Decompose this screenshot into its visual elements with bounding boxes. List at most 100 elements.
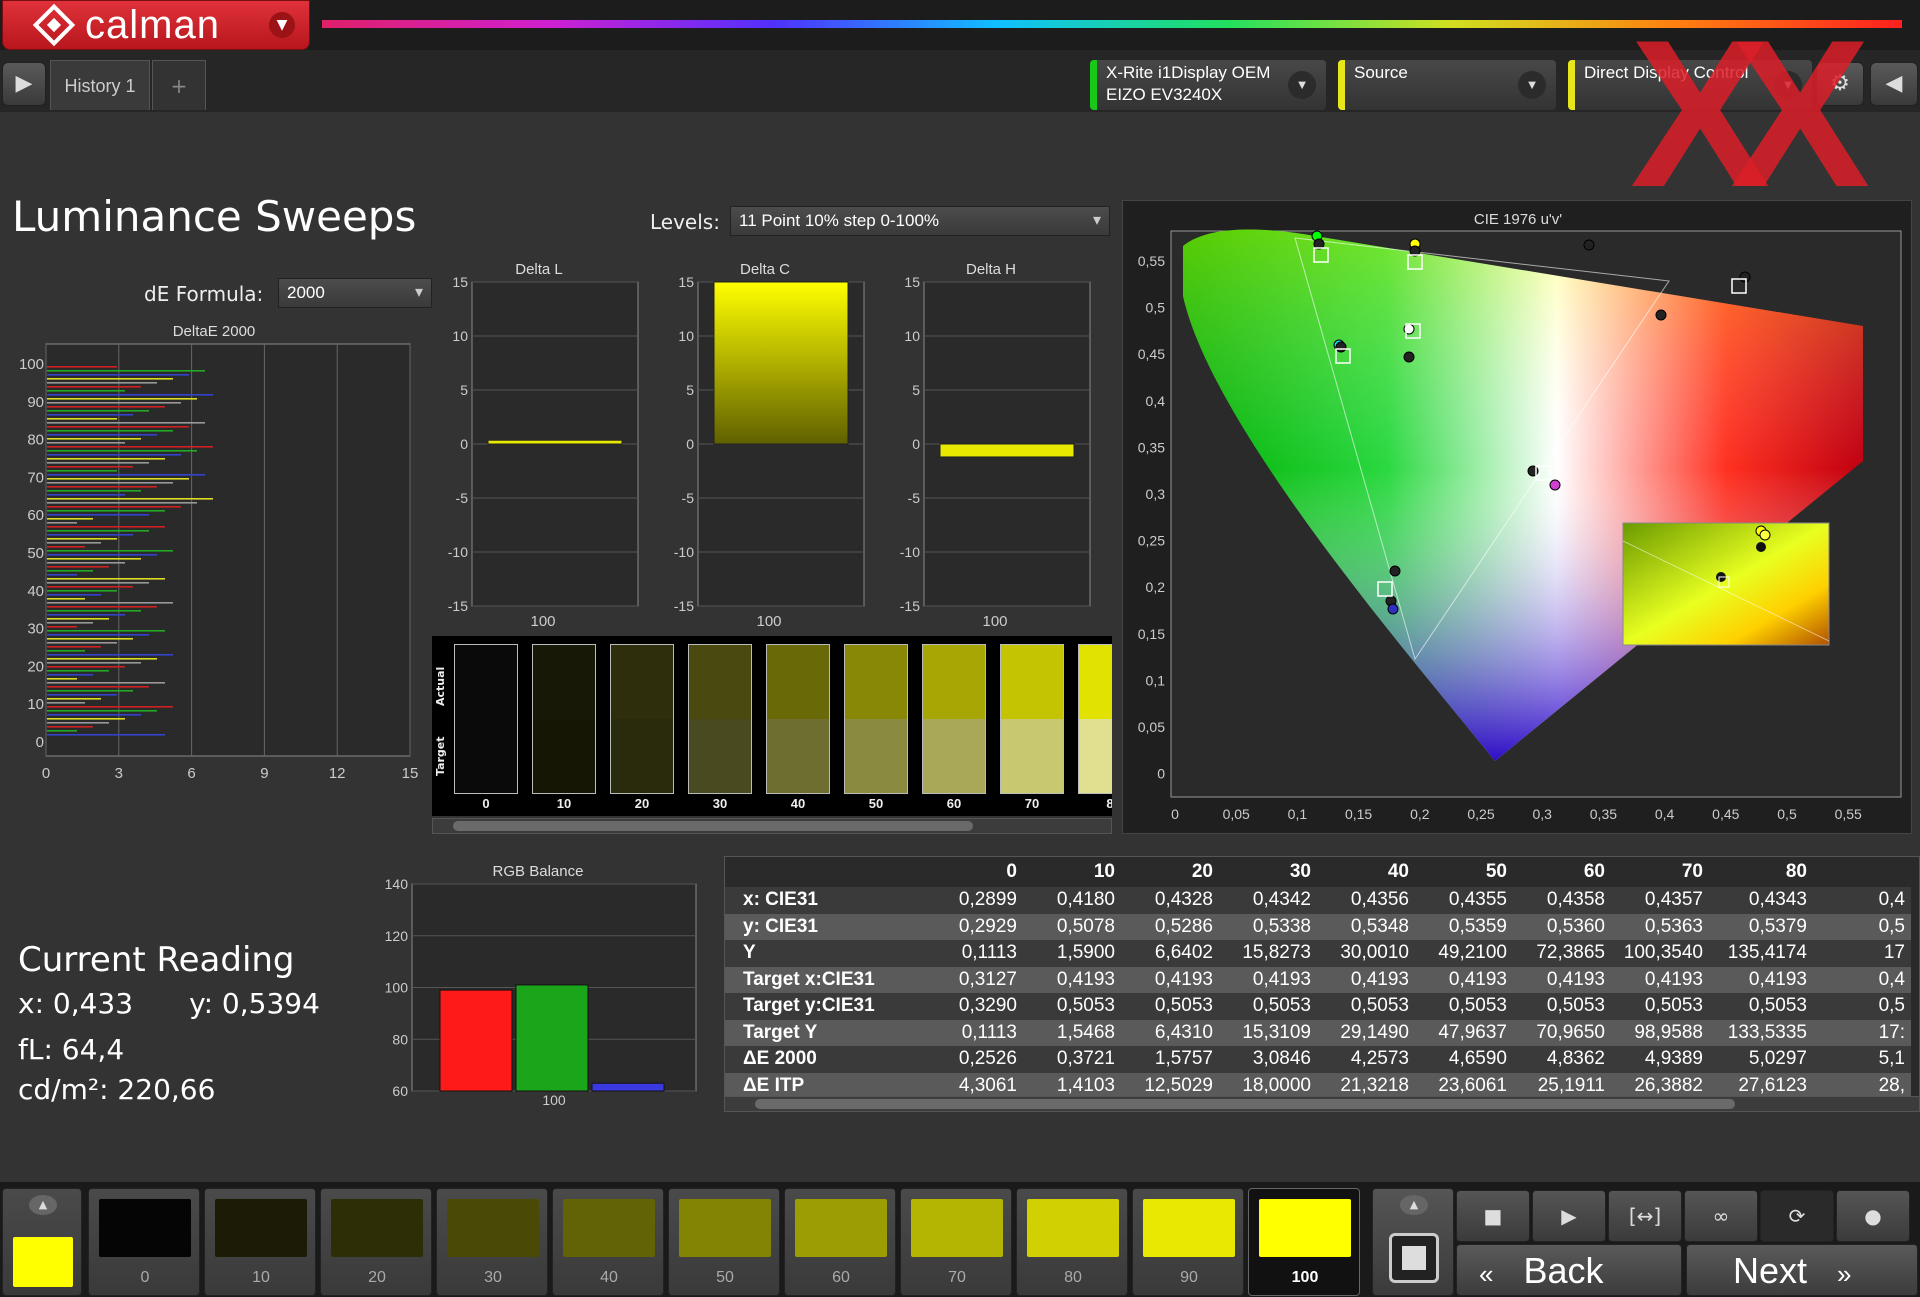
patch-swatch-100[interactable]: 100 bbox=[1248, 1188, 1360, 1296]
chevron-down-icon[interactable]: ▼ bbox=[269, 12, 295, 38]
options-button[interactable]: ● bbox=[1836, 1190, 1910, 1242]
cie-measured-point bbox=[1389, 565, 1401, 577]
swatch-level-label: 30 bbox=[712, 796, 728, 811]
source-selector[interactable]: Source ▼ bbox=[1338, 60, 1556, 110]
deltae-history-bar bbox=[47, 446, 213, 448]
stop-patch-panel[interactable]: ▲ bbox=[1372, 1188, 1454, 1296]
patch-swatch-30[interactable]: 30 bbox=[436, 1188, 548, 1296]
deltae-history-bar bbox=[47, 582, 149, 584]
cie-measured-point bbox=[1387, 603, 1399, 615]
table-cell: 29,1490 bbox=[1317, 1019, 1415, 1046]
patch-swatch-20[interactable]: 20 bbox=[320, 1188, 432, 1296]
deltae-chart-title: DeltaE 2000 bbox=[173, 323, 256, 340]
stop-button[interactable]: ■ bbox=[1456, 1190, 1530, 1242]
cie-y-tick: 0,15 bbox=[1138, 626, 1165, 642]
refresh-button[interactable]: ⟳ bbox=[1760, 1190, 1834, 1242]
patch-swatch-50[interactable]: 50 bbox=[668, 1188, 780, 1296]
deltae-history-bar bbox=[47, 474, 205, 476]
patch-label: 0 bbox=[140, 1269, 150, 1286]
rgb-x-label: 100 bbox=[542, 1092, 566, 1108]
delta-y-tick: -15 bbox=[900, 598, 920, 614]
play-button[interactable]: ▶ bbox=[1532, 1190, 1606, 1242]
patch-label: 20 bbox=[368, 1269, 386, 1286]
collapse-up-icon[interactable]: ▲ bbox=[1400, 1195, 1428, 1215]
calman-logo-icon bbox=[32, 3, 76, 47]
target-swatch bbox=[455, 719, 517, 793]
patch-swatch-70[interactable]: 70 bbox=[900, 1188, 1012, 1296]
collapse-up-icon[interactable]: ▲ bbox=[29, 1195, 57, 1215]
cie-measured-point bbox=[1739, 271, 1751, 283]
chevron-down-icon[interactable]: ▼ bbox=[1518, 71, 1546, 99]
actual-swatch bbox=[611, 645, 673, 719]
deltae-y-tick: 0 bbox=[36, 734, 44, 751]
table-cell: 0,4342 bbox=[1219, 887, 1317, 914]
back-button[interactable]: « Back bbox=[1456, 1244, 1682, 1296]
deltae-history-bar bbox=[47, 662, 141, 664]
table-cell: 0,4355 bbox=[1415, 887, 1513, 914]
reading-cdm: cd/m²: 220,66 bbox=[18, 1073, 216, 1106]
deltae-history-bar bbox=[47, 642, 117, 644]
deltae-history-bar bbox=[47, 510, 165, 512]
table-cell: 15,8273 bbox=[1219, 940, 1317, 967]
next-button[interactable]: Next » bbox=[1686, 1244, 1918, 1296]
add-tab-button[interactable]: + bbox=[152, 60, 206, 110]
table-cell: 4,9389 bbox=[1611, 1046, 1709, 1073]
patch-swatch-90[interactable]: 90 bbox=[1132, 1188, 1244, 1296]
cie-y-tick: 0,25 bbox=[1138, 533, 1165, 549]
table-cell: 0,5359 bbox=[1415, 913, 1513, 940]
table-cell: 0,3127 bbox=[925, 966, 1023, 993]
table-cell: 6,6402 bbox=[1121, 940, 1219, 967]
patch-swatch-10[interactable]: 10 bbox=[204, 1188, 316, 1296]
continuous-button[interactable]: ∞ bbox=[1684, 1190, 1758, 1242]
de-formula-dropdown[interactable]: 2000 bbox=[278, 278, 432, 308]
deltae-history-bar bbox=[47, 610, 141, 612]
table-row: ΔE 2000 0,2526 0,3721 1,5757 3,0846 4,2573 4,6… bbox=[725, 1046, 1911, 1073]
target-swatch bbox=[845, 719, 907, 793]
patch-swatch-60[interactable]: 60 bbox=[784, 1188, 896, 1296]
cie-measured-point bbox=[1335, 341, 1347, 353]
cie-measured-point bbox=[1549, 479, 1561, 491]
levels-dropdown[interactable]: 11 Point 10% step 0-100% bbox=[730, 206, 1110, 236]
delta-y-tick: 0 bbox=[912, 436, 920, 452]
table-cell: 0,4357 bbox=[1611, 887, 1709, 914]
table-cell: 1,5757 bbox=[1121, 1046, 1219, 1073]
table-row: Target x:CIE31 0,3127 0,4193 0,4193 0,4193 0,… bbox=[725, 966, 1911, 993]
deltae-history-bar bbox=[47, 462, 149, 464]
window-stop-icon bbox=[1389, 1233, 1439, 1283]
swatch-level-label: 0 bbox=[482, 796, 490, 811]
measure-range-button[interactable]: [↔] bbox=[1608, 1190, 1682, 1242]
patch-swatch-80[interactable]: 80 bbox=[1016, 1188, 1128, 1296]
deltae-x-tick: 3 bbox=[115, 765, 123, 782]
play-session-button[interactable]: ▶ bbox=[2, 62, 46, 106]
delta-x-label: 100 bbox=[756, 613, 781, 630]
swatch-level-label: 70 bbox=[1024, 796, 1040, 811]
chevron-down-icon[interactable]: ▼ bbox=[1288, 71, 1316, 99]
delta-y-tick: -10 bbox=[448, 544, 468, 560]
target-swatch bbox=[611, 719, 673, 793]
deltae-history-bar bbox=[47, 442, 125, 444]
deltae-history-bar bbox=[47, 694, 117, 696]
deltae-history-bar bbox=[47, 378, 173, 380]
scrollbar-thumb[interactable] bbox=[453, 821, 973, 831]
deltae-history-bar bbox=[47, 414, 133, 416]
deltae-y-tick: 80 bbox=[27, 432, 44, 449]
delta-y-tick: 5 bbox=[912, 382, 920, 398]
deltae-history-bar bbox=[47, 570, 93, 572]
tab-history-1[interactable]: History 1 bbox=[50, 60, 150, 110]
calman-logo-button[interactable]: calman ▼ bbox=[2, 0, 310, 50]
table-scrollbar[interactable] bbox=[724, 1096, 1920, 1112]
deltae-x-tick: 15 bbox=[402, 765, 419, 782]
deltae-history-bar bbox=[47, 650, 85, 652]
circle-icon: ● bbox=[1864, 1204, 1882, 1228]
deltae-history-bar bbox=[47, 698, 101, 700]
deltae-history-bar bbox=[47, 434, 157, 436]
scrollbar-thumb[interactable] bbox=[755, 1099, 1735, 1109]
swatch-scrollbar[interactable] bbox=[432, 818, 1112, 834]
patch-swatch-0[interactable]: 0 bbox=[88, 1188, 200, 1296]
deltae-2000-chart: DeltaE 2000 1009080706050403020100 03691… bbox=[19, 323, 419, 782]
meter-selector[interactable]: X-Rite i1Display OEM EIZO EV3240X ▼ bbox=[1090, 60, 1326, 110]
patch-swatch-40[interactable]: 40 bbox=[552, 1188, 664, 1296]
deltae-history-bar bbox=[47, 374, 189, 376]
stop-icon: ■ bbox=[1483, 1204, 1503, 1228]
deltae-history-bar bbox=[47, 666, 125, 668]
